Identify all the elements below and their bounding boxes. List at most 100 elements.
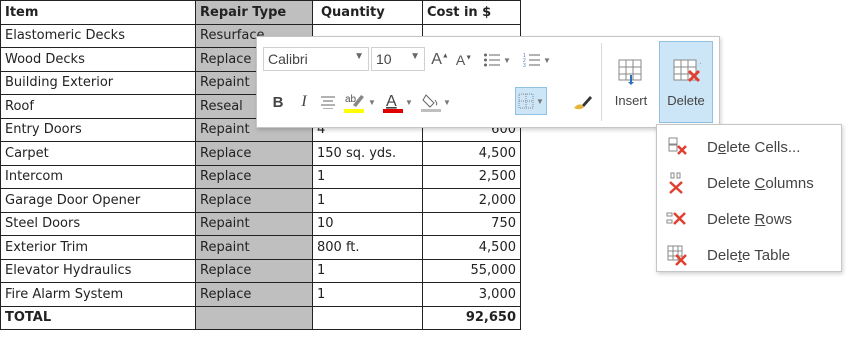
- header-quantity[interactable]: Quantity: [312, 0, 423, 25]
- cell-item[interactable]: Garage Door Opener: [0, 188, 196, 213]
- shrink-font-button[interactable]: A▼: [453, 49, 475, 71]
- cell-cost[interactable]: 55,000: [422, 258, 521, 283]
- font-size-value: 10: [376, 51, 392, 67]
- cell-quantity[interactable]: 150 sq. yds.: [312, 141, 423, 166]
- delete-rows-icon: [666, 212, 686, 225]
- total-repair-type[interactable]: [195, 305, 313, 330]
- svg-text:3: 3: [523, 63, 526, 68]
- chevron-down-icon[interactable]: ▼: [543, 56, 551, 65]
- table-row: Intercom Replace 1 2,500: [0, 164, 521, 189]
- chevron-down-icon[interactable]: ▼: [443, 98, 451, 107]
- cell-item[interactable]: Steel Doors: [0, 211, 196, 236]
- shrink-font-icon: A▼: [455, 52, 473, 68]
- grow-font-icon: A▲: [431, 51, 449, 68]
- numbering-button[interactable]: 1 2 3 ▼: [519, 48, 555, 72]
- header-repair-type[interactable]: Repair Type: [195, 0, 313, 25]
- label-part: e Table: [742, 246, 791, 264]
- cell-quantity[interactable]: 1: [312, 282, 423, 307]
- accelerator-key: C: [754, 174, 766, 192]
- cell-quantity[interactable]: 1: [312, 258, 423, 283]
- cell-cost[interactable]: 2,000: [422, 188, 521, 213]
- cell-cost[interactable]: 2,500: [422, 164, 521, 189]
- cell-cost[interactable]: 750: [422, 211, 521, 236]
- cell-repair-type[interactable]: Replace: [195, 141, 313, 166]
- table-row: Garage Door Opener Replace 1 2,000: [0, 188, 521, 213]
- menu-item-label: Delete Rows: [707, 211, 792, 228]
- font-color-button[interactable]: A ▼: [381, 89, 415, 115]
- cell-item[interactable]: Elastomeric Decks: [0, 23, 196, 48]
- table-row: Elevator Hydraulics Replace 1 55,000: [0, 258, 521, 283]
- label-part: D: [707, 138, 718, 156]
- total-cost[interactable]: 92,650: [422, 305, 521, 330]
- chevron-down-icon[interactable]: ▼: [368, 98, 376, 107]
- cell-repair-type[interactable]: Replace: [195, 282, 313, 307]
- chevron-down-icon[interactable]: ▼: [536, 97, 544, 106]
- table-total-row: TOTAL 92,650: [0, 305, 521, 330]
- font-size-combo[interactable]: 10 ▼: [371, 47, 425, 71]
- svg-text:A: A: [386, 93, 397, 110]
- cell-item[interactable]: Fire Alarm System: [0, 282, 196, 307]
- label-part: olumns: [765, 174, 814, 192]
- cell-repair-type[interactable]: Replace: [195, 258, 313, 283]
- insert-button[interactable]: Insert: [605, 41, 657, 123]
- label-part: Delete: [707, 210, 755, 228]
- cell-item[interactable]: Intercom: [0, 164, 196, 189]
- text-highlight-button[interactable]: ab ▼: [343, 89, 377, 115]
- bold-button[interactable]: B: [267, 91, 289, 113]
- table-row: Steel Doors Repaint 10 750: [0, 211, 521, 236]
- cell-cost[interactable]: 4,500: [422, 235, 521, 260]
- delete-columns-icon: [669, 172, 683, 194]
- label-part: ows: [765, 210, 793, 228]
- label-part: Delete: [707, 174, 755, 192]
- delete-label: Delete: [667, 92, 705, 108]
- toolbar-separator: [601, 43, 602, 121]
- cell-repair-type[interactable]: Repaint: [195, 235, 313, 260]
- format-painter-button[interactable]: [569, 89, 595, 115]
- cell-cost[interactable]: 4,500: [422, 141, 521, 166]
- cell-cost[interactable]: 3,000: [422, 282, 521, 307]
- label-part: lete Cells...: [726, 138, 801, 156]
- menu-item-delete-columns[interactable]: Delete Columns: [657, 165, 841, 201]
- chevron-down-icon[interactable]: ▼: [405, 98, 413, 107]
- total-quantity[interactable]: [312, 305, 423, 330]
- chevron-down-icon[interactable]: ▼: [354, 51, 364, 62]
- delete-table-icon: [673, 59, 701, 82]
- borders-button[interactable]: ▼: [515, 87, 547, 115]
- chevron-down-icon[interactable]: ▼: [503, 56, 511, 65]
- insert-table-icon: [618, 59, 642, 85]
- font-name-combo[interactable]: Calibri ▼: [263, 47, 369, 71]
- cell-quantity[interactable]: 1: [312, 188, 423, 213]
- total-label[interactable]: TOTAL: [0, 305, 196, 330]
- chevron-down-icon[interactable]: ▼: [410, 51, 420, 62]
- cell-repair-type[interactable]: Replace: [195, 164, 313, 189]
- cell-repair-type[interactable]: Replace: [195, 188, 313, 213]
- cell-item[interactable]: Building Exterior: [0, 70, 196, 95]
- menu-item-delete-table[interactable]: Delete Table: [657, 237, 841, 273]
- cell-item[interactable]: Roof: [0, 94, 196, 119]
- insert-label: Insert: [614, 92, 648, 108]
- cell-item[interactable]: Exterior Trim: [0, 235, 196, 260]
- menu-item-label: Delete Cells...: [707, 139, 800, 156]
- cell-item[interactable]: Entry Doors: [0, 117, 196, 142]
- table-row: Exterior Trim Repaint 800 ft. 4,500: [0, 235, 521, 260]
- cell-item[interactable]: Elevator Hydraulics: [0, 258, 196, 283]
- menu-item-delete-rows[interactable]: Delete Rows: [657, 201, 841, 237]
- cell-quantity[interactable]: 1: [312, 164, 423, 189]
- numbered-list-icon: 1 2 3: [523, 53, 541, 68]
- cell-item[interactable]: Wood Decks: [0, 47, 196, 72]
- header-cost[interactable]: Cost in $: [422, 0, 521, 25]
- center-align-button[interactable]: [317, 91, 339, 113]
- italic-button[interactable]: I: [293, 91, 315, 113]
- shading-button[interactable]: ▼: [419, 89, 453, 115]
- cell-quantity[interactable]: 800 ft.: [312, 235, 423, 260]
- menu-item-delete-cells[interactable]: Delete Cells...: [657, 129, 841, 165]
- header-item[interactable]: Item: [0, 0, 196, 25]
- bullets-button[interactable]: ▼: [479, 48, 515, 72]
- cell-item[interactable]: Carpet: [0, 141, 196, 166]
- delete-button[interactable]: Delete: [659, 41, 713, 123]
- grow-font-button[interactable]: A▲: [429, 49, 451, 71]
- cell-quantity[interactable]: 10: [312, 211, 423, 236]
- paint-bucket-icon: [421, 94, 442, 112]
- delete-cells-icon: [668, 137, 687, 155]
- cell-repair-type[interactable]: Repaint: [195, 211, 313, 236]
